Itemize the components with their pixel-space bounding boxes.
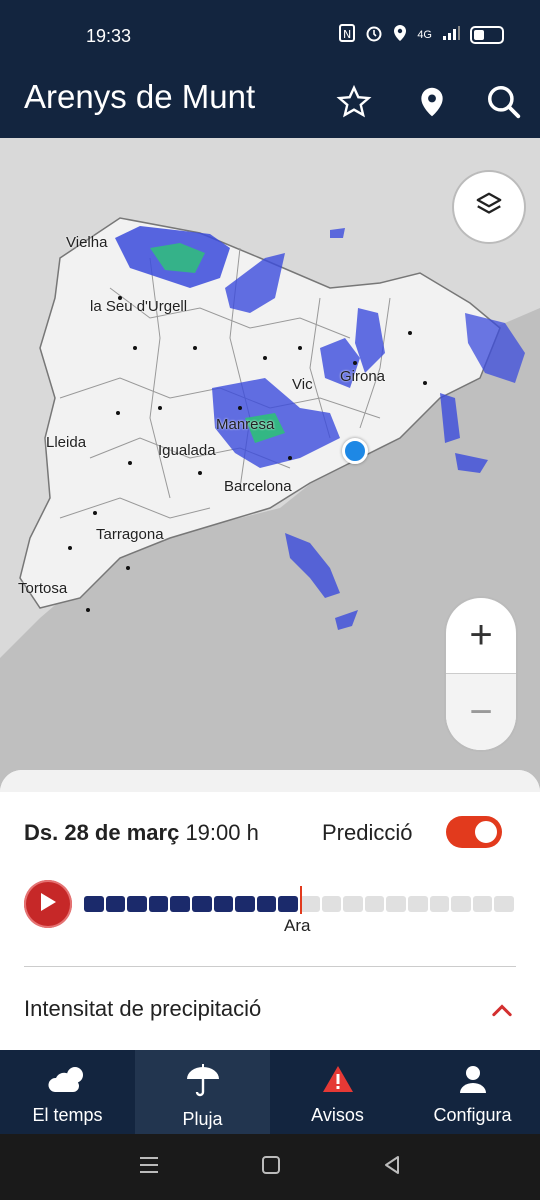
timeline-segment-future[interactable] — [494, 896, 514, 912]
warning-icon — [321, 1064, 355, 1099]
umbrella-icon — [184, 1064, 222, 1103]
timeline-segment-past[interactable] — [148, 896, 169, 912]
user-icon — [458, 1064, 488, 1099]
svg-text:N: N — [343, 28, 351, 41]
timeline-segment-future[interactable] — [386, 896, 406, 912]
city-label: Lleida — [46, 434, 87, 451]
timeline-segment-past[interactable] — [192, 896, 212, 912]
section-title: Intensitat de precipitació — [24, 996, 262, 1021]
prediction-toggle[interactable] — [446, 816, 502, 848]
divider — [24, 966, 516, 967]
forecast-time: 19:00 h — [185, 820, 259, 845]
app-bar: Arenys de Munt — [0, 70, 540, 138]
timeline-segment-future[interactable] — [364, 896, 385, 912]
city-label: Girona — [340, 368, 386, 385]
battery-icon — [470, 26, 504, 44]
chevron-up-icon[interactable] — [488, 996, 516, 1024]
forecast-date-label: Ds. 28 de març — [24, 820, 180, 845]
star-icon[interactable] — [332, 80, 376, 124]
nav-item-pluja[interactable]: Pluja — [135, 1050, 270, 1134]
forecast-date: Ds. 28 de març 19:00 h — [24, 820, 259, 846]
bottom-navigation: El temps Pluja Avisos Configura — [0, 1050, 540, 1134]
system-navigation-bar — [0, 1134, 540, 1200]
current-location-dot — [342, 438, 368, 464]
timeline-segment-future[interactable] — [343, 896, 363, 912]
nav-item-configura[interactable]: Configura — [405, 1050, 540, 1134]
network-type: 4G — [417, 29, 432, 41]
city-label: Vielha — [66, 234, 108, 251]
status-bar: 19:33 N 4G — [0, 0, 540, 70]
city-label: la Seu d'Urgell — [90, 298, 188, 315]
sheet-handle[interactable] — [0, 770, 540, 792]
nav-item-avisos[interactable]: Avisos — [270, 1050, 405, 1134]
timeline-segment-future[interactable] — [408, 896, 428, 912]
nav-label: Avisos — [311, 1105, 364, 1125]
home-icon[interactable] — [260, 1154, 282, 1181]
location-pin-icon[interactable] — [410, 80, 454, 124]
timeline-segment-past[interactable] — [84, 896, 104, 912]
alarm-icon — [365, 24, 383, 46]
play-button[interactable] — [24, 880, 72, 928]
nav-label: El temps — [32, 1105, 103, 1125]
recents-icon[interactable] — [138, 1155, 160, 1180]
city-label: Igualada — [158, 442, 216, 459]
timeline-segment-past[interactable] — [235, 896, 255, 912]
timeline-segment-past[interactable] — [278, 896, 298, 912]
signal-icon — [442, 25, 460, 45]
timeline-segment-future[interactable] — [321, 896, 342, 912]
zoom-control: + − — [446, 598, 516, 750]
timeline-segment-past[interactable] — [170, 896, 190, 912]
now-marker — [300, 886, 302, 914]
nav-item-el-temps[interactable]: El temps — [0, 1050, 135, 1134]
zoom-out-button[interactable]: − — [446, 674, 516, 750]
nav-label: Pluja — [182, 1109, 223, 1129]
back-icon[interactable] — [382, 1154, 402, 1181]
search-icon[interactable] — [482, 80, 526, 124]
city-label: Vic — [292, 376, 313, 393]
nav-label: Configura — [433, 1105, 512, 1125]
cloud-icon — [47, 1064, 89, 1099]
timeline-segment-future[interactable] — [429, 896, 450, 912]
zoom-in-button[interactable]: + — [446, 598, 516, 674]
play-icon — [38, 891, 58, 918]
timeline-segment-future[interactable] — [472, 896, 493, 912]
prediction-label: Predicció — [322, 820, 413, 845]
status-time: 19:33 — [86, 26, 132, 46]
location-icon — [393, 24, 407, 46]
timeline-segment-past[interactable] — [105, 896, 126, 912]
timeline-segment-future[interactable] — [451, 896, 471, 912]
layers-icon — [474, 190, 504, 225]
timeline-segment-future[interactable] — [300, 896, 320, 912]
city-label: Manresa — [216, 416, 275, 433]
timeline-segment-past[interactable] — [127, 896, 147, 912]
radar-controls-sheet: Ds. 28 de març 19:00 h Predicció Ara Int… — [0, 770, 540, 1050]
city-label: Tortosa — [18, 580, 68, 597]
nfc-icon: N — [339, 24, 356, 46]
layers-button[interactable] — [454, 172, 524, 242]
timeline-segment-past[interactable] — [213, 896, 234, 912]
city-label: Barcelona — [224, 478, 292, 495]
page-title: Arenys de Munt — [24, 78, 256, 115]
city-label: Tarragona — [96, 526, 164, 543]
timeline-segment-past[interactable] — [256, 896, 277, 912]
status-icons: N 4G — [339, 24, 504, 46]
now-label: Ara — [284, 916, 311, 935]
